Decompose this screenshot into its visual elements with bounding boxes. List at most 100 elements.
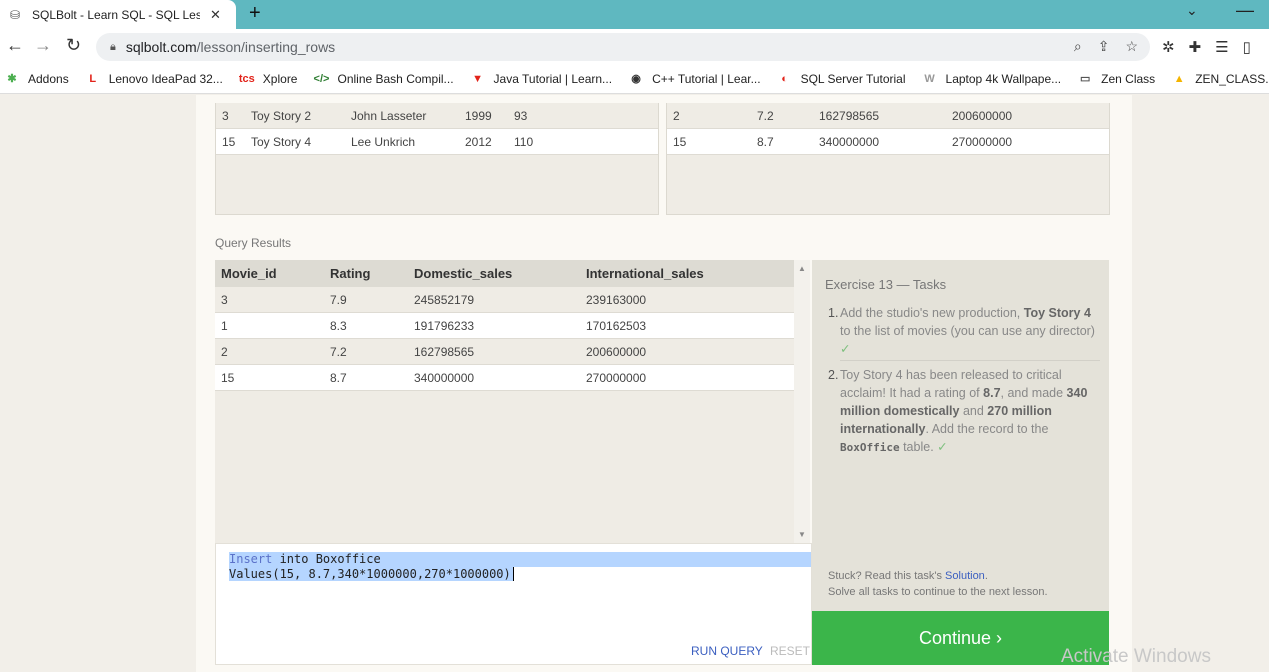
- results-header-row: Movie_id Rating Domestic_sales Internationa…: [215, 260, 794, 287]
- table-row: 2 7.2 162798565 200600000: [215, 339, 794, 365]
- bookmark-item[interactable]: ▲ ZEN_CLASS.mp4 -...: [1171, 71, 1269, 87]
- bookmark-label: Lenovo IdeaPad 32...: [108, 71, 223, 86]
- stuck-help-text: Stuck? Read this task's Solution. Solve …: [828, 570, 1048, 598]
- forward-arrow-icon[interactable]: →: [34, 35, 52, 56]
- table-cell: 3: [222, 109, 229, 123]
- puzzle-icon: ✱: [7, 73, 17, 85]
- table-cell: 239163000: [586, 293, 647, 307]
- activate-windows-watermark: Activate Windows: [1061, 646, 1211, 667]
- bookmark-label: Xplore: [262, 71, 298, 86]
- table-cell: 340000000: [414, 371, 475, 385]
- task-1: 1. Add the studio's new production, Toy …: [828, 306, 1095, 356]
- table-cell: 2: [673, 109, 680, 123]
- back-arrow-icon[interactable]: ←: [6, 35, 24, 56]
- column-header: International_sales: [586, 266, 704, 281]
- table-cell: John Lasseter: [351, 109, 427, 123]
- minimize-window-button[interactable]: —: [1236, 0, 1254, 21]
- query-results-label: Query Results: [215, 236, 292, 250]
- table-cell: 2: [221, 345, 228, 359]
- bookmark-item[interactable]: ◉ C++ Tutorial | Lear...: [628, 71, 761, 87]
- reload-icon[interactable]: ↻: [66, 35, 81, 56]
- sqlserver-icon: ◐: [781, 72, 788, 85]
- bookmark-item[interactable]: ✱ Addons: [4, 71, 68, 87]
- bookmark-label: Java Tutorial | Learn...: [493, 71, 613, 86]
- extensions-puzzle-icon[interactable]: ✚: [1189, 38, 1202, 56]
- address-bar[interactable]: 🔒︎ sqlbolt.com/lesson/inserting_rows ⌕ ⇪…: [96, 33, 1150, 61]
- table-cell: 7.2: [330, 345, 347, 359]
- table-cell: 2012: [465, 135, 492, 149]
- bookmark-item[interactable]: L Lenovo IdeaPad 32...: [85, 71, 223, 87]
- table-row: 1 8.3 191796233 170162503: [215, 313, 794, 339]
- table-cell: 110: [514, 135, 534, 149]
- bug-extension-icon[interactable]: ✲: [1162, 38, 1175, 56]
- bookmark-item[interactable]: W Laptop 4k Wallpape...: [922, 71, 1061, 87]
- scroll-down-icon[interactable]: ▼: [798, 530, 806, 539]
- table-cell: 340000000: [819, 135, 880, 149]
- bookmark-label: ZEN_CLASS.mp4 -...: [1195, 71, 1269, 86]
- zen-icon: ▭: [1079, 73, 1091, 85]
- database-icon: ⛁: [9, 7, 21, 22]
- globe-icon: ◉: [631, 73, 641, 85]
- side-panel-icon[interactable]: ▯: [1243, 38, 1251, 56]
- lock-icon: 🔒︎: [110, 40, 116, 53]
- tab-strip: ⛁ SQLBolt - Learn SQL - SQL Lesso ✕ + ⌄ …: [0, 0, 1269, 29]
- close-tab-icon[interactable]: ✕: [210, 7, 221, 23]
- column-header: Domestic_sales: [414, 266, 513, 281]
- table-cell: 170162503: [586, 319, 647, 333]
- bookmark-item[interactable]: ◐ SQL Server Tutorial: [777, 71, 905, 87]
- wallpaper-icon: W: [924, 72, 935, 85]
- bookmark-label: Online Bash Compil...: [337, 71, 454, 86]
- share-icon[interactable]: ⇪: [1098, 38, 1110, 55]
- table-row: 15 8.7 340000000 270000000: [667, 129, 1109, 155]
- run-query-button[interactable]: RUN QUERY: [691, 644, 763, 658]
- sql-code[interactable]: Insert into Boxoffice Values(15, 8.7,340…: [229, 552, 811, 582]
- bookmark-label: Zen Class: [1101, 71, 1156, 86]
- task-2-check-icon: ✓: [937, 440, 948, 454]
- table-cell: 200600000: [586, 345, 647, 359]
- code-icon: </>: [313, 72, 330, 85]
- table-cell: 8.7: [330, 371, 347, 385]
- bookmarks-bar: ✱ Addons L Lenovo IdeaPad 32... tcs Xplore </>…: [0, 64, 1269, 94]
- bookmark-item[interactable]: tcs Xplore: [239, 71, 298, 87]
- table-cell: 7.2: [757, 109, 774, 123]
- sql-editor[interactable]: Insert into Boxoffice Values(15, 8.7,340…: [215, 543, 812, 665]
- movies-table: 3 Toy Story 2 John Lasseter 1999 93 15 Toy Sto…: [215, 103, 659, 215]
- bookmark-item[interactable]: ▭ Zen Class: [1077, 71, 1155, 87]
- reset-button[interactable]: RESET: [770, 644, 810, 658]
- task-1-check-icon: ✓: [840, 342, 851, 356]
- table-cell: 7.9: [330, 293, 347, 307]
- table-cell: 162798565: [414, 345, 475, 359]
- table-cell: 191796233: [414, 319, 475, 333]
- drive-icon: ▲: [1173, 72, 1185, 85]
- bookmark-item[interactable]: </> Online Bash Compil...: [313, 71, 454, 87]
- bookmark-star-icon[interactable]: ☆: [1125, 38, 1138, 55]
- solution-link[interactable]: Solution: [945, 570, 985, 582]
- new-tab-button[interactable]: +: [249, 2, 261, 25]
- tasks-title: Exercise 13 — Tasks: [825, 277, 947, 292]
- url-text: sqlbolt.com/lesson/inserting_rows: [125, 39, 336, 55]
- column-header: Movie_id: [221, 266, 277, 281]
- query-results-table: Movie_id Rating Domestic_sales Internationa…: [215, 260, 794, 543]
- table-cell: 93: [514, 109, 528, 123]
- table-cell: 8.3: [330, 319, 347, 333]
- table-cell: Toy Story 4: [251, 135, 312, 149]
- browser-tab[interactable]: ⛁ SQLBolt - Learn SQL - SQL Lesso ✕: [0, 0, 236, 29]
- table-cell: 3: [221, 293, 228, 307]
- table-cell: 15: [221, 371, 235, 385]
- scroll-up-icon[interactable]: ▲: [798, 264, 806, 273]
- boxoffice-table: 2 7.2 162798565 200600000 15 8.7 340000000 2700…: [666, 103, 1110, 215]
- table-cell: 1: [221, 319, 228, 333]
- bookmark-item[interactable]: ▼ Java Tutorial | Learn...: [470, 71, 613, 87]
- zoom-icon[interactable]: ⌕: [1074, 38, 1082, 55]
- reading-list-icon[interactable]: ☰: [1215, 38, 1228, 56]
- table-row: 15 8.7 340000000 270000000: [215, 365, 794, 391]
- table-cell: 162798565: [819, 109, 880, 123]
- tcs-icon: tcs: [238, 72, 255, 85]
- table-cell: 270000000: [586, 371, 647, 385]
- table-cell: Lee Unkrich: [351, 135, 416, 149]
- tab-search-chevron-icon[interactable]: ⌄: [1186, 2, 1198, 19]
- tab-title: SQLBolt - Learn SQL - SQL Lesso: [32, 7, 200, 22]
- table-row: 3 7.9 245852179 239163000: [215, 287, 794, 313]
- bookmark-label: C++ Tutorial | Lear...: [652, 71, 761, 86]
- results-scrollbar[interactable]: ▲ ▼: [794, 260, 810, 543]
